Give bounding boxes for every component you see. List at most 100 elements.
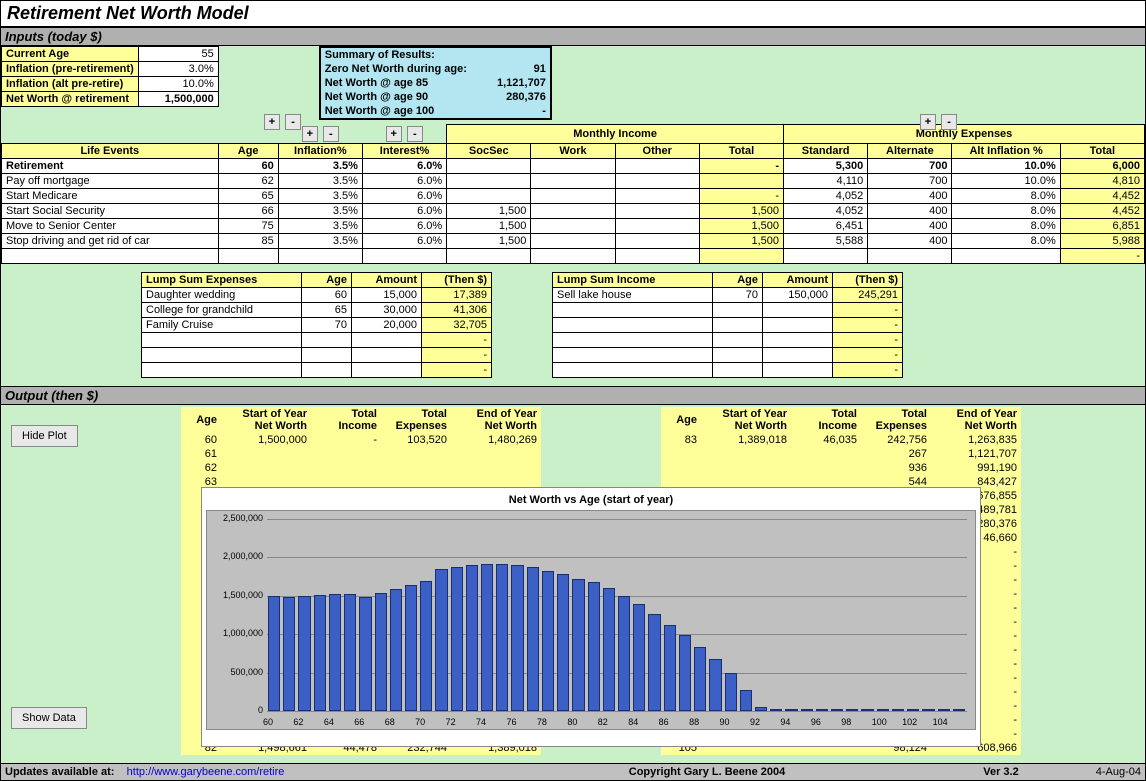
life-other[interactable] bbox=[615, 233, 699, 248]
life-std[interactable]: 5,300 bbox=[784, 158, 868, 173]
val-inf-pre[interactable]: 3.0% bbox=[138, 62, 218, 77]
lump-age[interactable] bbox=[713, 347, 763, 362]
life-altinf[interactable]: 8.0% bbox=[952, 188, 1060, 203]
lump-amt[interactable]: 15,000 bbox=[352, 287, 422, 302]
lump-age[interactable]: 70 bbox=[713, 287, 763, 302]
lump-name[interactable]: Sell lake house bbox=[553, 287, 713, 302]
life-altinf[interactable]: 8.0% bbox=[952, 203, 1060, 218]
plus-button-4[interactable]: + bbox=[386, 126, 402, 142]
lump-name[interactable] bbox=[142, 362, 302, 377]
life-soc[interactable]: 1,500 bbox=[447, 203, 531, 218]
life-soc[interactable] bbox=[447, 173, 531, 188]
lump-age[interactable]: 70 bbox=[302, 317, 352, 332]
life-int[interactable]: 6.0% bbox=[362, 203, 446, 218]
life-int[interactable]: 6.0% bbox=[362, 173, 446, 188]
minus-button-2[interactable]: - bbox=[941, 114, 957, 130]
minus-button[interactable]: - bbox=[285, 114, 301, 130]
life-event[interactable]: Stop driving and get rid of car bbox=[2, 233, 219, 248]
life-age[interactable]: 85 bbox=[218, 233, 278, 248]
life-altinf[interactable] bbox=[952, 248, 1060, 263]
lump-age[interactable]: 65 bbox=[302, 302, 352, 317]
life-alt[interactable]: 700 bbox=[868, 173, 952, 188]
life-age[interactable]: 62 bbox=[218, 173, 278, 188]
life-inf[interactable]: 3.5% bbox=[278, 218, 362, 233]
lump-name[interactable] bbox=[142, 347, 302, 362]
lump-age[interactable] bbox=[302, 362, 352, 377]
lump-age[interactable] bbox=[302, 332, 352, 347]
life-work[interactable] bbox=[531, 218, 615, 233]
life-inf[interactable]: 3.5% bbox=[278, 158, 362, 173]
life-soc[interactable] bbox=[447, 188, 531, 203]
life-int[interactable] bbox=[362, 248, 446, 263]
life-age[interactable] bbox=[218, 248, 278, 263]
life-std[interactable]: 4,110 bbox=[784, 173, 868, 188]
life-event[interactable]: Move to Senior Center bbox=[2, 218, 219, 233]
footer-link[interactable]: http://www.garybeene.com/retire bbox=[127, 766, 285, 778]
lump-amt[interactable]: 150,000 bbox=[763, 287, 833, 302]
plus-button-2[interactable]: + bbox=[920, 114, 936, 130]
lump-name[interactable] bbox=[553, 362, 713, 377]
lump-amt[interactable] bbox=[352, 347, 422, 362]
lump-age[interactable] bbox=[713, 362, 763, 377]
life-soc[interactable]: 1,500 bbox=[447, 218, 531, 233]
life-work[interactable] bbox=[531, 203, 615, 218]
life-altinf[interactable]: 8.0% bbox=[952, 218, 1060, 233]
life-inf[interactable]: 3.5% bbox=[278, 188, 362, 203]
lump-age[interactable] bbox=[302, 347, 352, 362]
life-event[interactable]: Pay off mortgage bbox=[2, 173, 219, 188]
lump-age[interactable] bbox=[713, 317, 763, 332]
life-alt[interactable]: 400 bbox=[868, 203, 952, 218]
life-other[interactable] bbox=[615, 218, 699, 233]
life-altinf[interactable]: 10.0% bbox=[952, 173, 1060, 188]
life-int[interactable]: 6.0% bbox=[362, 218, 446, 233]
life-std[interactable] bbox=[784, 248, 868, 263]
life-std[interactable]: 4,052 bbox=[784, 203, 868, 218]
life-work[interactable] bbox=[531, 173, 615, 188]
lump-age[interactable] bbox=[713, 302, 763, 317]
life-std[interactable]: 5,588 bbox=[784, 233, 868, 248]
life-int[interactable]: 6.0% bbox=[362, 188, 446, 203]
life-age[interactable]: 66 bbox=[218, 203, 278, 218]
life-event[interactable]: Start Social Security bbox=[2, 203, 219, 218]
lump-amt[interactable] bbox=[763, 302, 833, 317]
val-nw-ret[interactable]: 1,500,000 bbox=[138, 92, 218, 107]
life-inf[interactable] bbox=[278, 248, 362, 263]
life-work[interactable] bbox=[531, 233, 615, 248]
life-inf[interactable]: 3.5% bbox=[278, 233, 362, 248]
lump-name[interactable]: College for grandchild bbox=[142, 302, 302, 317]
lump-name[interactable] bbox=[142, 332, 302, 347]
life-alt[interactable] bbox=[868, 248, 952, 263]
lump-amt[interactable] bbox=[763, 362, 833, 377]
life-std[interactable]: 4,052 bbox=[784, 188, 868, 203]
life-inf[interactable]: 3.5% bbox=[278, 173, 362, 188]
life-other[interactable] bbox=[615, 158, 699, 173]
lump-name[interactable] bbox=[553, 302, 713, 317]
val-age[interactable]: 55 bbox=[138, 47, 218, 62]
lump-amt[interactable] bbox=[352, 362, 422, 377]
life-other[interactable] bbox=[615, 203, 699, 218]
lump-amt[interactable] bbox=[352, 332, 422, 347]
life-altinf[interactable]: 8.0% bbox=[952, 233, 1060, 248]
lump-amt[interactable]: 30,000 bbox=[352, 302, 422, 317]
lump-amt[interactable] bbox=[763, 347, 833, 362]
lump-name[interactable] bbox=[553, 332, 713, 347]
lump-name[interactable] bbox=[553, 317, 713, 332]
life-event[interactable]: Start Medicare bbox=[2, 188, 219, 203]
lump-age[interactable] bbox=[713, 332, 763, 347]
minus-button-3[interactable]: - bbox=[323, 126, 339, 142]
life-event[interactable]: Retirement bbox=[2, 158, 219, 173]
life-soc[interactable] bbox=[447, 248, 531, 263]
lump-age[interactable]: 60 bbox=[302, 287, 352, 302]
life-age[interactable]: 65 bbox=[218, 188, 278, 203]
life-alt[interactable]: 700 bbox=[868, 158, 952, 173]
life-inf[interactable]: 3.5% bbox=[278, 203, 362, 218]
lump-amt[interactable] bbox=[763, 332, 833, 347]
life-work[interactable] bbox=[531, 188, 615, 203]
val-inf-alt[interactable]: 10.0% bbox=[138, 77, 218, 92]
life-event[interactable] bbox=[2, 248, 219, 263]
life-work[interactable] bbox=[531, 248, 615, 263]
life-alt[interactable]: 400 bbox=[868, 188, 952, 203]
lump-name[interactable]: Family Cruise bbox=[142, 317, 302, 332]
life-other[interactable] bbox=[615, 188, 699, 203]
life-int[interactable]: 6.0% bbox=[362, 233, 446, 248]
